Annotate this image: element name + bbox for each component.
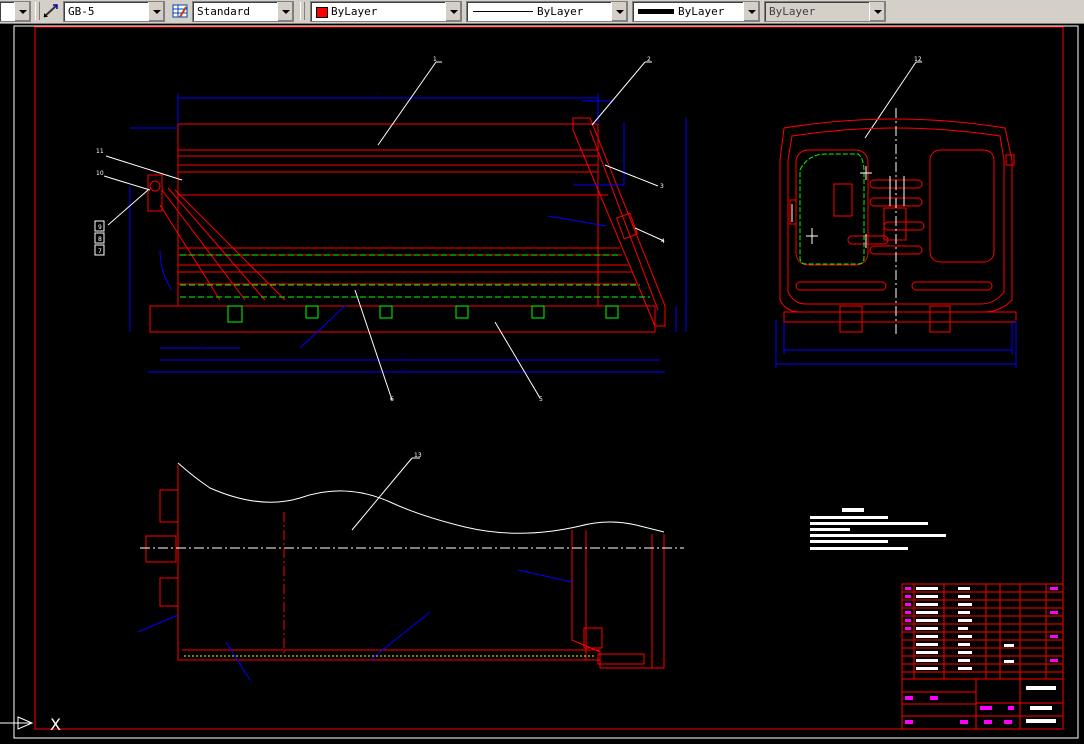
balloon-4: 4 — [661, 238, 665, 245]
balloon-labels: 1 2 3 4 5 6 7 8 9 10 11 12 13 — [96, 56, 922, 459]
balloon-2: 2 — [647, 56, 651, 63]
lineweight-value: ByLayer — [678, 5, 725, 18]
balloon-3: 3 — [660, 183, 664, 190]
balloon-9: 9 — [98, 224, 102, 231]
toolbar-grip[interactable] — [300, 2, 305, 20]
drawing-canvas[interactable]: ···· ··· ········ ··· 1 2 3 4 5 6 7 8 9 1… — [0, 24, 1084, 744]
balloon-10: 10 — [96, 170, 104, 177]
top-view — [145, 465, 665, 669]
dimension-style-icon[interactable] — [42, 2, 60, 20]
properties-toolbar: GB-5 Standard ByLayer ByLayer ByLayer By… — [0, 0, 1084, 24]
svg-text:····: ···· — [374, 91, 381, 97]
break-line — [177, 462, 665, 534]
color-value: ByLayer — [331, 5, 378, 18]
balloon-7: 7 — [98, 248, 102, 255]
linetype-select[interactable]: ByLayer — [466, 1, 628, 22]
chevron-down-icon[interactable] — [277, 2, 293, 21]
hidden-lines — [180, 254, 650, 298]
linetype-value: ByLayer — [537, 5, 584, 18]
lineweight-select[interactable]: ByLayer — [632, 1, 760, 22]
svg-text:···: ··· — [200, 342, 205, 348]
balloon-6: 6 — [390, 396, 394, 403]
balloon-11: 11 — [96, 148, 104, 155]
ucs-icon — [0, 716, 34, 730]
side-view — [147, 117, 666, 333]
balloon-12: 12 — [914, 56, 922, 63]
rear-window-outline — [799, 153, 865, 265]
ucs-x-label: X — [50, 715, 61, 734]
chevron-down-icon[interactable] — [14, 2, 30, 21]
rear-crosshairs — [791, 166, 905, 248]
svg-text:···: ··· — [590, 94, 595, 100]
color-select[interactable]: ByLayer — [310, 1, 462, 22]
rear-view — [779, 118, 1017, 333]
balloon-13: 13 — [414, 452, 422, 459]
dimension-style-value: GB-5 — [68, 5, 95, 18]
chevron-down-icon[interactable] — [743, 2, 759, 21]
top-leaders — [130, 127, 607, 681]
chevron-down-icon[interactable] — [445, 2, 461, 21]
dimension-text: ···· ··· ········ ··· — [200, 91, 595, 372]
sheet-border — [13, 25, 1079, 739]
plotstyle-value: ByLayer — [769, 5, 816, 18]
svg-text:····: ···· — [400, 353, 407, 359]
table-style-icon[interactable] — [171, 2, 189, 20]
balloon-5: 5 — [539, 396, 543, 403]
technical-notes — [810, 508, 946, 550]
svg-text:····: ···· — [400, 366, 407, 372]
balloon-8: 8 — [98, 236, 102, 243]
table-style-value: Standard — [197, 5, 250, 18]
dimension-lines — [129, 94, 687, 373]
lineweight-sample — [638, 9, 674, 14]
linetype-sample — [473, 11, 533, 12]
leader-lines — [103, 61, 922, 531]
color-swatch — [316, 7, 328, 18]
chevron-down-icon[interactable] — [148, 2, 164, 21]
balloon-1: 1 — [433, 56, 437, 63]
dimension-style-select[interactable]: GB-5 — [63, 1, 165, 22]
prev-combo[interactable] — [0, 1, 31, 22]
plotstyle-select[interactable]: ByLayer — [764, 1, 886, 22]
table-style-select[interactable]: Standard — [192, 1, 294, 22]
chevron-down-icon[interactable] — [611, 2, 627, 21]
chevron-down-icon[interactable] — [869, 2, 885, 21]
toolbar-grip[interactable] — [35, 2, 40, 20]
